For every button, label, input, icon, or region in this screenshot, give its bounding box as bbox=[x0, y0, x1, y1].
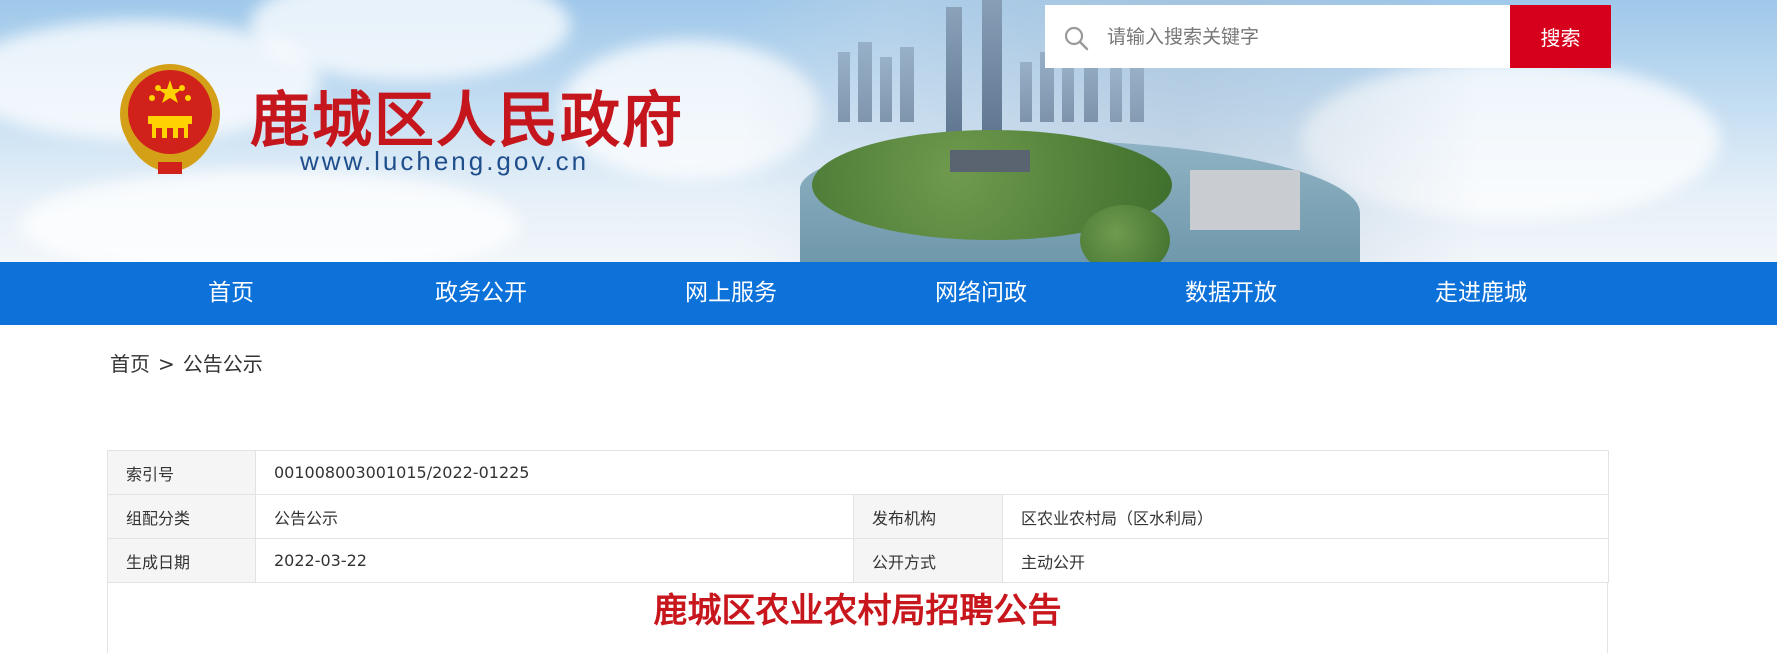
building bbox=[858, 42, 872, 122]
search-box bbox=[1045, 5, 1510, 68]
disclosure-label: 公开方式 bbox=[853, 538, 1003, 583]
nav-item-online-inquiry[interactable]: 网络问政 bbox=[881, 262, 1081, 325]
date-label: 生成日期 bbox=[107, 538, 256, 583]
breadcrumb-home-link[interactable]: 首页 bbox=[110, 352, 150, 376]
building bbox=[1062, 64, 1074, 122]
building bbox=[1020, 62, 1032, 122]
table-row: 索引号 001008003001015/2022-01225 bbox=[107, 450, 1610, 495]
building bbox=[1130, 60, 1144, 122]
main-nav: 首页 政务公开 网上服务 网络问政 数据开放 走进鹿城 bbox=[0, 262, 1777, 325]
nav-item-government-affairs[interactable]: 政务公开 bbox=[381, 262, 581, 325]
index-value: 001008003001015/2022-01225 bbox=[254, 450, 1610, 495]
nav-item-home[interactable]: 首页 bbox=[131, 262, 331, 325]
breadcrumb-current-link[interactable]: 公告公示 bbox=[183, 352, 263, 376]
category-value: 公告公示 bbox=[255, 494, 854, 539]
date-value: 2022-03-22 bbox=[255, 538, 854, 583]
pavilion bbox=[950, 150, 1030, 172]
search-icon bbox=[1064, 26, 1089, 51]
table-row: 组配分类 公告公示 发布机构 区农业农村局（区水利局） bbox=[107, 494, 1610, 539]
article-title: 鹿城区农业农村局招聘公告 bbox=[653, 591, 1062, 631]
article-container: 鹿城区农业农村局招聘公告 bbox=[107, 583, 1608, 653]
document-meta-table: 索引号 001008003001015/2022-01225 组配分类 公告公示… bbox=[107, 450, 1610, 583]
category-label: 组配分类 bbox=[107, 494, 256, 539]
skyscraper bbox=[982, 0, 1002, 137]
publisher-value: 区农业农村局（区水利局） bbox=[1001, 494, 1610, 539]
skyscraper bbox=[946, 7, 962, 137]
nav-item-open-data[interactable]: 数据开放 bbox=[1131, 262, 1331, 325]
building bbox=[880, 57, 892, 122]
publisher-label: 发布机构 bbox=[853, 494, 1003, 539]
table-row: 生成日期 2022-03-22 公开方式 主动公开 bbox=[107, 538, 1610, 583]
nav-item-online-services[interactable]: 网上服务 bbox=[631, 262, 831, 325]
national-emblem-icon bbox=[120, 64, 220, 174]
index-label: 索引号 bbox=[107, 450, 256, 495]
building bbox=[900, 47, 914, 122]
site-url: www.lucheng.gov.cn bbox=[300, 146, 590, 176]
building bbox=[1110, 67, 1122, 122]
nav-item-about-lucheng[interactable]: 走进鹿城 bbox=[1381, 262, 1581, 325]
search-input[interactable] bbox=[1105, 19, 1499, 55]
cloud-decoration bbox=[20, 170, 520, 262]
breadcrumb-separator: > bbox=[158, 352, 175, 376]
building bbox=[838, 52, 850, 122]
disclosure-value: 主动公开 bbox=[1001, 538, 1610, 583]
breadcrumb: 首页 > 公告公示 bbox=[110, 348, 263, 377]
search-button[interactable]: 搜索 bbox=[1510, 5, 1611, 68]
waterfront-building bbox=[1190, 170, 1300, 230]
header-banner: 鹿城区人民政府 www.lucheng.gov.cn 搜索 bbox=[0, 0, 1777, 262]
